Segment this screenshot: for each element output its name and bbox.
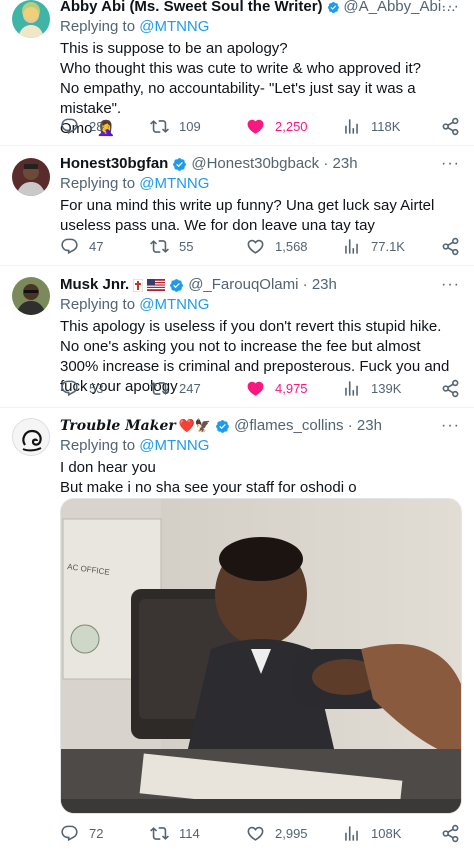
- tweet-2[interactable]: Honest30bgfan @Honest30bgback · 23h ··· …: [0, 146, 474, 266]
- reply-button[interactable]: 72: [60, 824, 103, 843]
- retweet-button[interactable]: 114: [150, 824, 200, 843]
- tweet-text: I don hear you But make i no sha see you…: [60, 459, 357, 496]
- views-icon: [342, 237, 361, 256]
- share-button[interactable]: [441, 379, 460, 398]
- more-icon[interactable]: ···: [441, 154, 460, 174]
- mention-link[interactable]: @MTNNG: [139, 175, 209, 192]
- retweet-icon: [150, 237, 169, 256]
- author-handle[interactable]: @_FarouqOlami · 23h: [188, 275, 337, 295]
- mention-link[interactable]: @MTNNG: [139, 296, 209, 313]
- views-icon: [342, 379, 361, 398]
- replying-to: Replying to @MTNNG: [60, 175, 210, 192]
- like-button[interactable]: 1,568: [246, 237, 308, 256]
- retweet-button[interactable]: 247: [150, 379, 201, 398]
- author-name[interactable]: Musk Jnr.: [60, 275, 129, 295]
- author-handle[interactable]: @flames_collins · 23h: [234, 416, 382, 436]
- views-icon: [342, 117, 361, 136]
- avatar-musk[interactable]: [12, 277, 50, 315]
- reply-button[interactable]: 28: [60, 117, 103, 136]
- retweet-button[interactable]: 55: [150, 237, 193, 256]
- views-button[interactable]: 77.1K: [342, 237, 405, 256]
- reply-icon: [60, 379, 79, 398]
- more-icon[interactable]: ···: [441, 416, 460, 436]
- reply-icon: [60, 117, 79, 136]
- like-button[interactable]: 2,995: [246, 824, 308, 843]
- like-icon: [246, 824, 265, 843]
- like-icon: [246, 117, 265, 136]
- avatar-trouble[interactable]: [12, 418, 50, 456]
- verified-icon: [327, 0, 340, 15]
- reply-button[interactable]: 53: [60, 379, 103, 398]
- badge-icon: [133, 278, 144, 292]
- avatar-abby[interactable]: [12, 0, 50, 38]
- tweet-1[interactable]: Abby Abi (Ms. Sweet Soul the Writer) @A_…: [0, 0, 474, 146]
- author-name[interactable]: Abby Abi (Ms. Sweet Soul the Writer): [60, 0, 323, 17]
- reply-icon: [60, 237, 79, 256]
- tweet-text: For una mind this write up funny? Una ge…: [60, 197, 439, 234]
- retweet-icon: [150, 379, 169, 398]
- verified-icon: [215, 419, 230, 434]
- retweet-icon: [150, 824, 169, 843]
- verified-icon: [169, 278, 184, 293]
- more-icon[interactable]: ···: [441, 275, 460, 295]
- replying-to: Replying to @MTNNG: [60, 18, 210, 35]
- share-button[interactable]: [441, 237, 460, 256]
- reply-icon: [60, 824, 79, 843]
- tweet-media-image[interactable]: AC OFFICE: [60, 498, 462, 814]
- name-emoji: ❤️🦅: [178, 418, 212, 433]
- like-button[interactable]: 4,975: [246, 379, 308, 398]
- views-button[interactable]: 108K: [342, 824, 401, 843]
- retweet-button[interactable]: 109: [150, 117, 201, 136]
- reply-button[interactable]: 47: [60, 237, 103, 256]
- share-icon: [441, 237, 460, 256]
- author-name[interactable]: Trouble Maker: [60, 416, 176, 436]
- author-name[interactable]: Honest30bgfan: [60, 154, 168, 174]
- us-flag-icon: [147, 279, 166, 291]
- tweet-3[interactable]: Musk Jnr. @_FarouqOlami · 23h ··· Replyi…: [0, 266, 474, 408]
- mention-link[interactable]: @MTNNG: [139, 18, 209, 35]
- replying-to: Replying to @MTNNG: [60, 296, 210, 313]
- like-button[interactable]: 2,250: [246, 117, 308, 136]
- views-button[interactable]: 118K: [342, 117, 400, 136]
- like-icon: [246, 237, 265, 256]
- share-button[interactable]: [441, 824, 460, 843]
- retweet-icon: [150, 117, 169, 136]
- author-handle[interactable]: @Honest30bgback · 23h: [191, 154, 357, 174]
- views-icon: [342, 824, 361, 843]
- tweet-4[interactable]: Trouble Maker ❤️🦅 @flames_collins · 23h …: [0, 408, 474, 851]
- replying-to: Replying to @MTNNG: [60, 437, 210, 454]
- verified-icon: [172, 157, 187, 172]
- avatar-honest[interactable]: [12, 158, 50, 196]
- mention-link[interactable]: @MTNNG: [139, 437, 209, 454]
- share-button[interactable]: [441, 117, 460, 136]
- like-icon: [246, 379, 265, 398]
- share-icon: [441, 379, 460, 398]
- views-button[interactable]: 139K: [342, 379, 401, 398]
- meme-photo: AC OFFICE: [61, 499, 461, 813]
- share-icon: [441, 117, 460, 136]
- share-icon: [441, 824, 460, 843]
- more-icon[interactable]: ···: [441, 0, 460, 17]
